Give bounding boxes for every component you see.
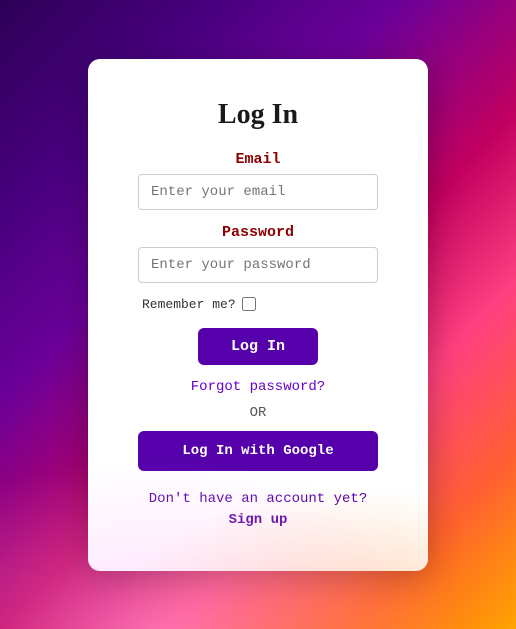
- remember-row: Remember me?: [142, 297, 256, 312]
- email-label: Email: [235, 151, 280, 168]
- email-group: Email: [138, 151, 378, 224]
- login-card: Log In Email Password Remember me? Log I…: [88, 59, 428, 571]
- no-account-text: Don't have an account yet?: [149, 491, 367, 507]
- email-input[interactable]: [138, 174, 378, 210]
- forgot-password-link[interactable]: Forgot password?: [191, 379, 325, 395]
- remember-checkbox[interactable]: [242, 297, 256, 311]
- signup-link[interactable]: Sign up: [229, 512, 288, 528]
- remember-label: Remember me?: [142, 297, 236, 312]
- password-group: Password: [138, 224, 378, 297]
- password-input[interactable]: [138, 247, 378, 283]
- or-divider: OR: [250, 405, 267, 421]
- google-login-button[interactable]: Log In with Google: [138, 431, 378, 471]
- password-label: Password: [222, 224, 294, 241]
- signup-row: Don't have an account yet? Sign up: [138, 489, 378, 531]
- page-title: Log In: [218, 99, 298, 131]
- login-button[interactable]: Log In: [198, 328, 318, 365]
